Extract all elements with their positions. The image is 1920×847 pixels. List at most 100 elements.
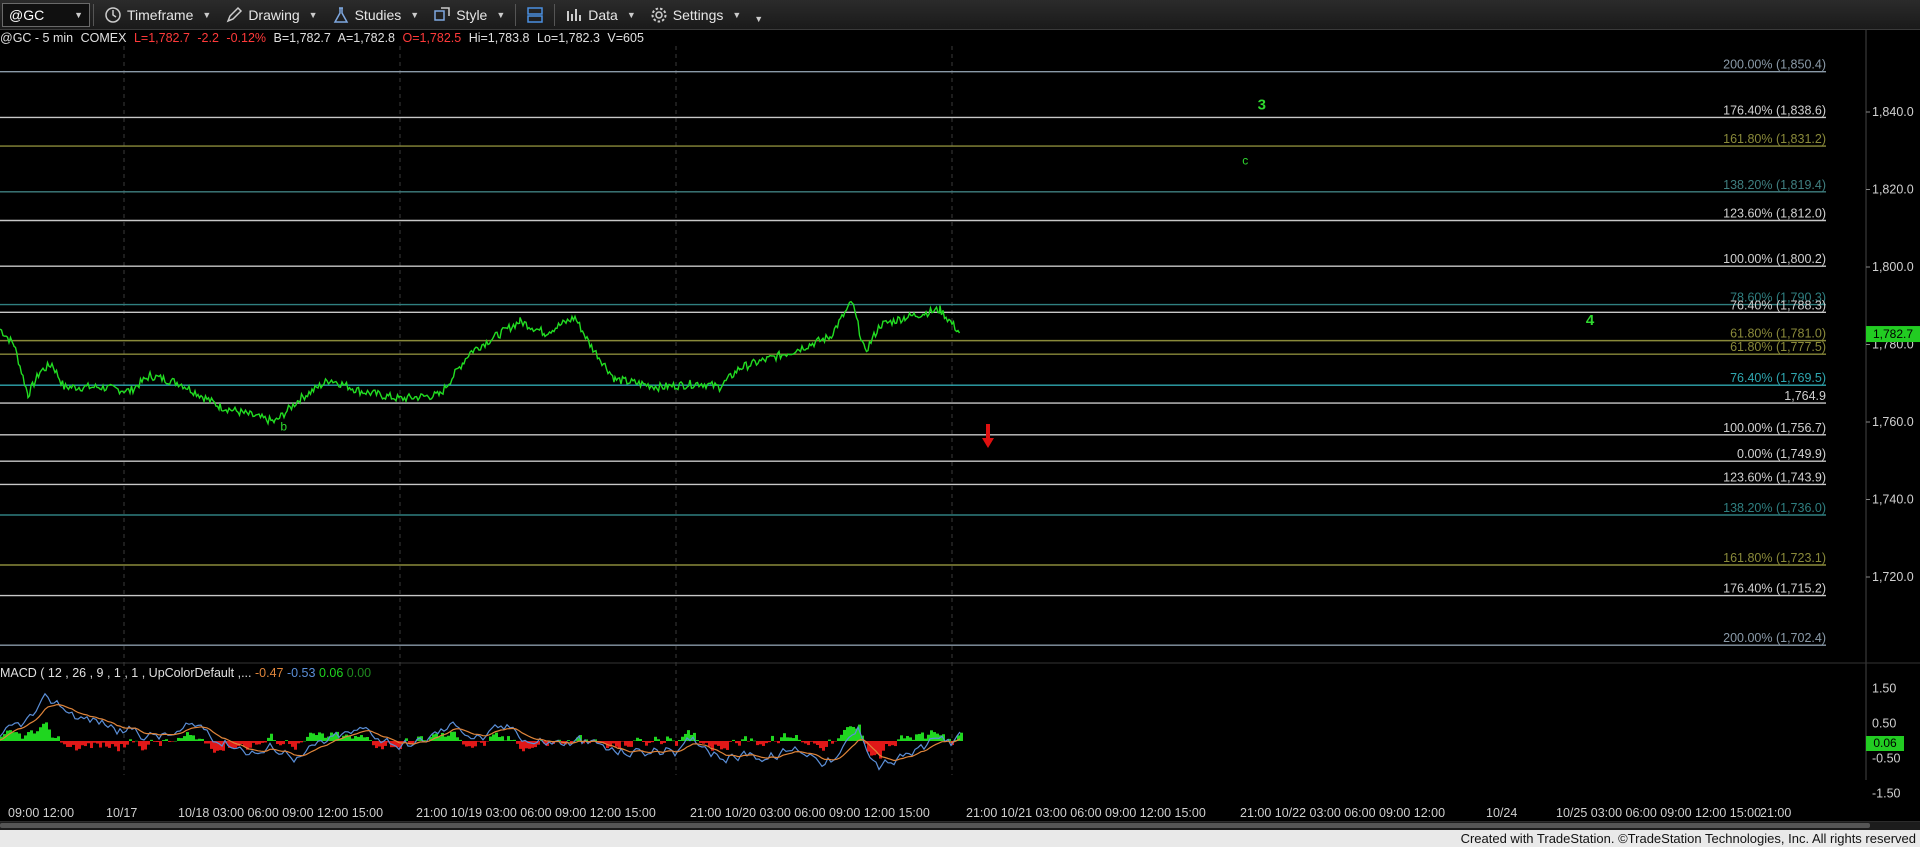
macd-histogram-bar (315, 735, 318, 741)
timeframe-button[interactable]: Timeframe ▼ (97, 0, 218, 30)
macd-histogram-bar (810, 741, 813, 742)
macd-histogram-bar (312, 733, 315, 741)
macd-histogram-bar (906, 735, 909, 741)
price-axis-label: 1,760.0 (1872, 415, 1914, 429)
macd-histogram-bar (834, 741, 837, 742)
macd-histogram-bar (321, 733, 324, 741)
macd-histogram-bar (189, 735, 192, 741)
macd-histogram-bar (732, 739, 735, 741)
timeframe-label: Timeframe (127, 6, 194, 23)
macd-signal-line (0, 703, 961, 762)
scrollbar-thumb[interactable] (0, 823, 1870, 828)
macd-histogram-bar (717, 741, 720, 746)
macd-histogram-bar (81, 741, 84, 746)
macd-histogram-bar (483, 741, 486, 746)
macd-histogram-bar (495, 732, 498, 741)
macd-study-label[interactable]: MACD ( 12 , 26 , 9 , 1 , 1 , UpColorDefa… (0, 666, 371, 680)
fib-level-label: 0.00% (1,749.9) (1737, 447, 1826, 461)
macd-histogram-bar (63, 741, 66, 745)
macd-histogram-bar (66, 741, 69, 747)
wave-label: b (280, 420, 287, 434)
symbol-selector[interactable]: @GC ▼ (2, 2, 90, 27)
macd-histogram-bar (51, 737, 54, 741)
macd-histogram-bar (21, 738, 24, 741)
chevron-down-icon: ▼ (410, 9, 420, 20)
macd-histogram-bar (753, 740, 756, 742)
macd-histogram-bar (153, 741, 156, 742)
macd-histogram-bar (177, 737, 180, 741)
studies-button[interactable]: Studies ▼ (325, 0, 427, 30)
macd-histogram-bar (462, 741, 465, 745)
macd-histogram-bar (180, 738, 183, 741)
macd-histogram-bar (825, 741, 828, 747)
macd-histogram-bar (519, 741, 522, 749)
macd-histogram-bar (672, 740, 675, 742)
macd-histogram-bar (777, 741, 780, 744)
macd-histogram-bar (75, 741, 78, 751)
data-button[interactable]: Data ▼ (558, 0, 643, 30)
macd-histogram-bar (162, 740, 165, 741)
time-axis-label: 21:00 (1760, 806, 1791, 820)
macd-histogram-bar (501, 736, 504, 741)
drawing-button[interactable]: Drawing ▼ (218, 0, 324, 30)
style-button[interactable]: Style ▼ (426, 0, 512, 30)
macd-histogram-bar (705, 741, 708, 743)
macd-histogram-bar (360, 735, 363, 741)
chevron-down-icon: ▼ (308, 9, 318, 20)
macd-histogram-bar (471, 741, 474, 748)
macd-histogram-bar (99, 741, 102, 748)
price-series-line[interactable] (0, 300, 961, 426)
macd-histogram-bar (12, 732, 15, 741)
macd-histogram-bar (210, 741, 213, 749)
data-label: Data (588, 6, 618, 23)
status-symbol: @GC - 5 min (0, 31, 74, 45)
layout-button[interactable] (519, 0, 551, 30)
macd-histogram-bar (702, 741, 705, 744)
macd-histogram-bar (933, 732, 936, 741)
macd-histogram-bar (285, 740, 288, 741)
macd-histogram-bar (138, 741, 141, 747)
price-axis-label: 1,740.0 (1872, 493, 1914, 507)
macd-histogram-bar (345, 734, 348, 741)
macd-histogram-bar (348, 736, 351, 741)
status-pct: -0.12% (226, 31, 267, 45)
macd-histogram-bar (45, 722, 48, 741)
macd-histogram-bar (24, 735, 27, 741)
pencil-icon (226, 6, 243, 22)
time-axis-label: 10/25 03:00 06:00 09:00 12:00 15:00 (1556, 806, 1761, 820)
macd-histogram-bar (192, 735, 195, 741)
chevron-down-icon: ▼ (732, 9, 742, 20)
macd-histogram-bar (123, 741, 126, 748)
settings-button[interactable]: Settings ▼ ▼ (643, 0, 770, 30)
macd-histogram-bar (279, 741, 282, 746)
macd-line (0, 692, 961, 771)
macd-histogram-bar (273, 740, 276, 741)
macd-histogram-bar (639, 739, 642, 741)
macd-histogram-bar (36, 731, 39, 741)
macd-histogram-bar (522, 741, 525, 752)
fib-level-label: 138.20% (1,819.4) (1723, 178, 1826, 192)
macd-histogram-bar (477, 741, 480, 742)
macd-histogram-bar (636, 737, 639, 741)
macd-histogram-bar (297, 741, 300, 744)
macd-histogram-bar (84, 741, 87, 747)
macd-histogram-bar (750, 738, 753, 741)
flask-icon (333, 6, 348, 23)
fib-level-label: 176.40% (1,715.2) (1723, 582, 1826, 596)
macd-histogram-bar (39, 727, 42, 741)
macd-histogram-bar (150, 739, 153, 741)
chart-canvas[interactable]: 200.00% (1,850.4) 176.40% (1,838.6) 161.80… (0, 30, 1920, 821)
macd-histogram-bar (888, 741, 891, 747)
macd-histogram-bar (459, 739, 462, 741)
macd-histogram-bar (771, 735, 774, 741)
time-axis-label: 10/18 03:00 06:00 09:00 12:00 15:00 (178, 806, 383, 820)
macd-histogram-bar (807, 741, 810, 746)
macd-histogram-bar (201, 738, 204, 741)
macd-histogram-bar (126, 741, 129, 745)
time-axis-label: 10/24 (1486, 806, 1517, 820)
macd-histogram-bar (840, 734, 843, 741)
macd-histogram-bar (735, 741, 738, 744)
time-axis-label: 21:00 10/20 03:00 06:00 09:00 12:00 15:0… (690, 806, 930, 820)
macd-histogram-bar (567, 740, 570, 741)
macd-histogram-bar (651, 741, 654, 743)
